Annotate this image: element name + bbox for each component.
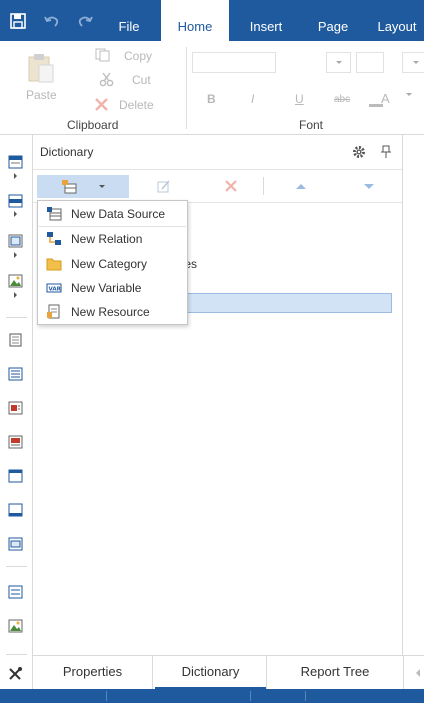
panel-tabs: Properties Dictionary Report Tree (33, 655, 424, 689)
strikethrough-button[interactable]: abc (334, 94, 350, 105)
tab-dictionary[interactable]: Dictionary (155, 656, 266, 689)
toolbar-separator (6, 317, 27, 318)
font-group-label: Font (299, 118, 324, 132)
chevron-left-icon[interactable] (416, 669, 420, 677)
band-header-icon[interactable] (8, 155, 23, 169)
status-bar (0, 689, 424, 703)
cut-label[interactable]: Cut (132, 73, 151, 87)
menu-item-label: New Data Source (71, 207, 166, 221)
chevron-right-icon[interactable] (14, 252, 17, 258)
copy-icon[interactable] (95, 48, 111, 62)
image-component-icon[interactable] (8, 274, 23, 288)
chevron-down-icon[interactable] (406, 93, 412, 96)
toolbar-separator (263, 177, 264, 195)
status-separator (106, 691, 107, 701)
edit-icon[interactable] (157, 179, 171, 193)
chevron-down-icon (99, 185, 105, 188)
status-separator (250, 691, 251, 701)
menu-item-label: New Category (71, 257, 148, 271)
tab-page[interactable]: Page (306, 0, 360, 41)
font-size-dropdown[interactable] (402, 52, 424, 73)
bold-button[interactable]: B (207, 92, 216, 106)
paste-icon[interactable] (26, 52, 56, 84)
cross-band-icon[interactable] (8, 234, 23, 248)
relation-icon (47, 232, 61, 245)
band-data-icon[interactable] (8, 194, 23, 208)
chevron-right-icon[interactable] (14, 173, 17, 179)
underline-button[interactable]: U (295, 92, 304, 106)
chevron-right-icon[interactable] (14, 211, 17, 217)
tab-home[interactable]: Home (161, 0, 229, 41)
menu-item-new-category[interactable]: New Category (39, 252, 186, 276)
ribbon: Paste Copy Cut Delete Clipboard B I U ab… (0, 41, 424, 135)
chevron-down-icon (336, 61, 342, 64)
move-down-icon[interactable] (364, 184, 374, 189)
font-color-button[interactable]: A (369, 91, 390, 109)
tab-layout[interactable]: Layout (370, 0, 424, 41)
rich-text-icon[interactable] (8, 401, 23, 415)
menu-item-label: New Variable (71, 281, 142, 295)
cut-icon[interactable] (99, 72, 114, 87)
page-icon[interactable] (8, 333, 23, 347)
components-toolbar (0, 135, 33, 689)
chevron-down-icon (413, 61, 419, 64)
clipboard-group-label: Clipboard (67, 118, 119, 132)
chevron-right-icon[interactable] (14, 292, 17, 298)
menu-item-label: New Relation (71, 232, 143, 246)
text-icon[interactable] (8, 367, 23, 381)
save-icon[interactable] (9, 12, 27, 30)
menu-item-new-relation[interactable]: New Relation (39, 227, 186, 251)
panel-divider (33, 169, 402, 170)
resource-icon (47, 304, 60, 319)
picture-icon[interactable] (8, 619, 23, 633)
paste-label[interactable]: Paste (26, 88, 57, 102)
tab-properties[interactable]: Properties (33, 656, 153, 689)
font-name-dropdown[interactable] (326, 52, 351, 73)
folder-icon (46, 258, 62, 271)
container-icon[interactable] (8, 537, 23, 551)
menu-item-label: New Resource (71, 305, 150, 319)
label-icon[interactable] (8, 585, 23, 599)
title-bar: File Home Insert Page Layout (0, 0, 424, 41)
variable-icon: VAR (46, 283, 62, 293)
ribbon-separator (186, 47, 187, 129)
report-canvas-edge (402, 135, 424, 655)
new-data-source-icon (62, 180, 77, 194)
menu-item-new-variable[interactable]: VAR New Variable (39, 276, 186, 300)
footer-band-icon[interactable] (8, 503, 23, 517)
font-color-bar (369, 104, 383, 107)
italic-button[interactable]: I (251, 92, 254, 106)
tab-report-tree[interactable]: Report Tree (267, 656, 403, 689)
tab-separator (403, 656, 404, 689)
new-item-button[interactable] (37, 175, 129, 198)
svg-text:VAR: VAR (49, 287, 62, 293)
undo-icon[interactable] (43, 12, 61, 30)
text-in-cells-icon[interactable] (8, 435, 23, 449)
pin-icon[interactable] (380, 145, 392, 159)
toolbar-separator (6, 654, 27, 655)
copy-label[interactable]: Copy (124, 49, 152, 63)
font-size-input[interactable] (356, 52, 384, 73)
tools-icon[interactable] (8, 667, 23, 681)
tab-file[interactable]: File (106, 0, 152, 41)
data-source-icon (47, 207, 62, 221)
font-name-input[interactable] (192, 52, 276, 73)
gear-icon[interactable] (352, 145, 366, 159)
menu-item-new-data-source[interactable]: New Data Source (39, 202, 186, 226)
menu-item-new-resource[interactable]: New Resource (39, 300, 186, 324)
new-item-menu: New Data Source New Relation New Categor… (37, 200, 188, 325)
move-up-icon[interactable] (296, 184, 306, 189)
tab-insert[interactable]: Insert (236, 0, 296, 41)
delete-icon[interactable] (94, 97, 109, 112)
status-separator (305, 691, 306, 701)
redo-icon[interactable] (76, 12, 94, 30)
panel-title: Dictionary (40, 145, 94, 159)
delete-label[interactable]: Delete (119, 98, 154, 112)
toolbar-separator (6, 566, 27, 567)
delete-icon[interactable] (224, 179, 238, 193)
panel-icon[interactable] (8, 469, 23, 483)
